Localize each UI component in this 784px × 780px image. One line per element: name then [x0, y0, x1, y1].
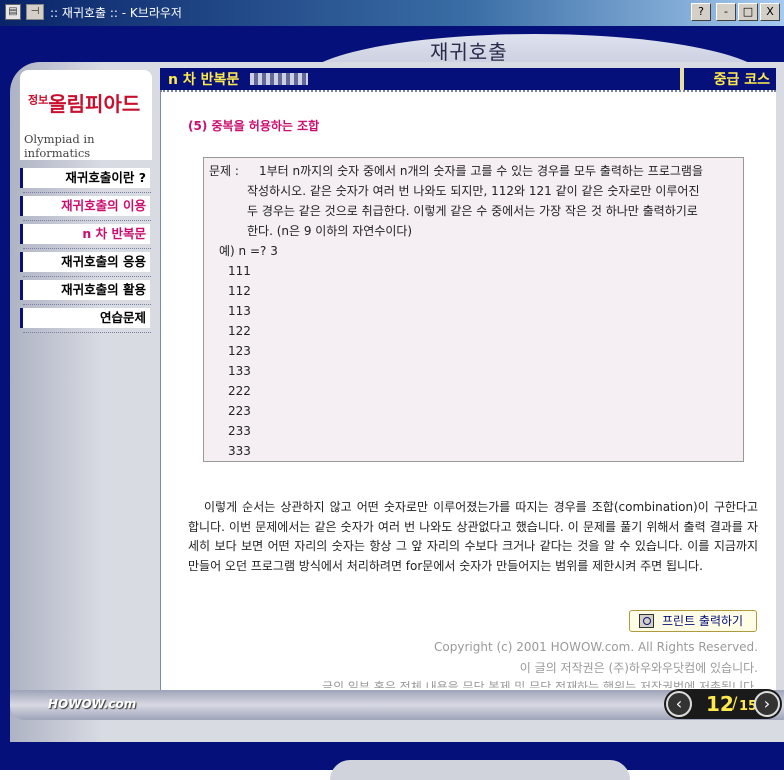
olympiad-logo[interactable]: 정보올림피아드 Olympiad in informatics	[20, 70, 152, 160]
window-title: :: 재귀호출 :: - K브라우저	[50, 6, 182, 20]
logo-title: 정보올림피아드	[28, 92, 141, 116]
problem-label: 문제 :	[209, 164, 239, 178]
checker-decoration	[250, 73, 308, 85]
nav-section-label: n 차 반복문	[168, 72, 240, 88]
page-navigator: ‹ 12 / 15 ›	[664, 689, 782, 719]
maximize-button[interactable]: □	[738, 3, 758, 21]
answer-line: 333	[228, 444, 251, 458]
next-page-button[interactable]: ›	[754, 691, 780, 717]
pin-icon[interactable]: ⊣	[26, 4, 44, 20]
window-titlebar: ▤ ⊣ :: 재귀호출 :: - K브라우저 ? - □ X	[0, 0, 784, 26]
sidebar-item-recursion-usage[interactable]: 재귀호출의 이용	[20, 196, 151, 221]
sidebar-item-recursion-practice[interactable]: 재귀호출의 활용	[20, 280, 151, 305]
answer-line: 233	[228, 424, 251, 438]
problem-statement: 1부터 n까지의 숫자 중에서 n개의 숫자를 고를 수 있는 경우를 모두 출…	[247, 164, 703, 238]
example-input: 예) n =? 3	[219, 244, 278, 258]
howow-logo[interactable]: HOWOW.com	[48, 697, 136, 711]
sidebar-item-nested-loop[interactable]: n 차 반복문	[20, 224, 151, 249]
copyright-owner: 이 글의 저작권은 (주)하우와우닷컴에 있습니다.	[519, 661, 758, 675]
page-heading: 재귀호출	[430, 40, 508, 64]
answer-line: 222	[228, 384, 251, 398]
explanation-paragraph: 이렇게 순서는 상관하지 않고 어떤 숫자로만 이루어졌는가를 따지는 경우를 …	[188, 500, 758, 573]
section-title: (5) 중복을 허용하는 조합	[188, 119, 320, 133]
magnifier-print-icon	[639, 614, 654, 628]
help-button[interactable]: ?	[691, 3, 711, 21]
prev-page-button[interactable]: ‹	[666, 691, 692, 717]
current-page: 12	[706, 692, 734, 716]
answer-line: 223	[228, 404, 251, 418]
problem-box: 문제 : 1부터 n까지의 숫자 중에서 n개의 숫자를 고를 수 있는 경우를…	[203, 157, 744, 462]
browser-app-icon[interactable]: ▤	[5, 4, 21, 20]
answer-line: 123	[228, 344, 251, 358]
answer-line: 122	[228, 324, 251, 338]
answer-line: 112	[228, 284, 251, 298]
answer-line: 133	[228, 364, 251, 378]
close-button[interactable]: X	[760, 3, 780, 21]
page-separator: /	[732, 693, 738, 712]
print-button[interactable]: 프린트 출력하기	[629, 610, 757, 632]
minimize-button[interactable]: -	[716, 3, 736, 21]
sidebar-item-exercises[interactable]: 연습문제	[20, 308, 151, 333]
answer-line: 111	[228, 264, 251, 278]
logo-subtitle: Olympiad in informatics	[24, 132, 95, 160]
nav-divider	[160, 90, 776, 92]
section-nav-bar: n 차 반복문 중급 코스	[160, 68, 776, 90]
sidebar-item-recursion-application[interactable]: 재귀호출의 응용	[20, 252, 151, 277]
sidebar-item-recursion-intro[interactable]: 재귀호출이란 ?	[20, 168, 151, 193]
course-level-badge: 중급 코스	[680, 68, 776, 90]
answer-line: 113	[228, 304, 251, 318]
copyright-line: Copyright (c) 2001 HOWOW.com. All Rights…	[434, 640, 758, 654]
bottom-arc	[330, 760, 630, 780]
copyright-notice: 글의 일부 혹은 전체 내용을 무단 복제 및 무단 전재하는 행위는 저작권법…	[322, 680, 758, 688]
